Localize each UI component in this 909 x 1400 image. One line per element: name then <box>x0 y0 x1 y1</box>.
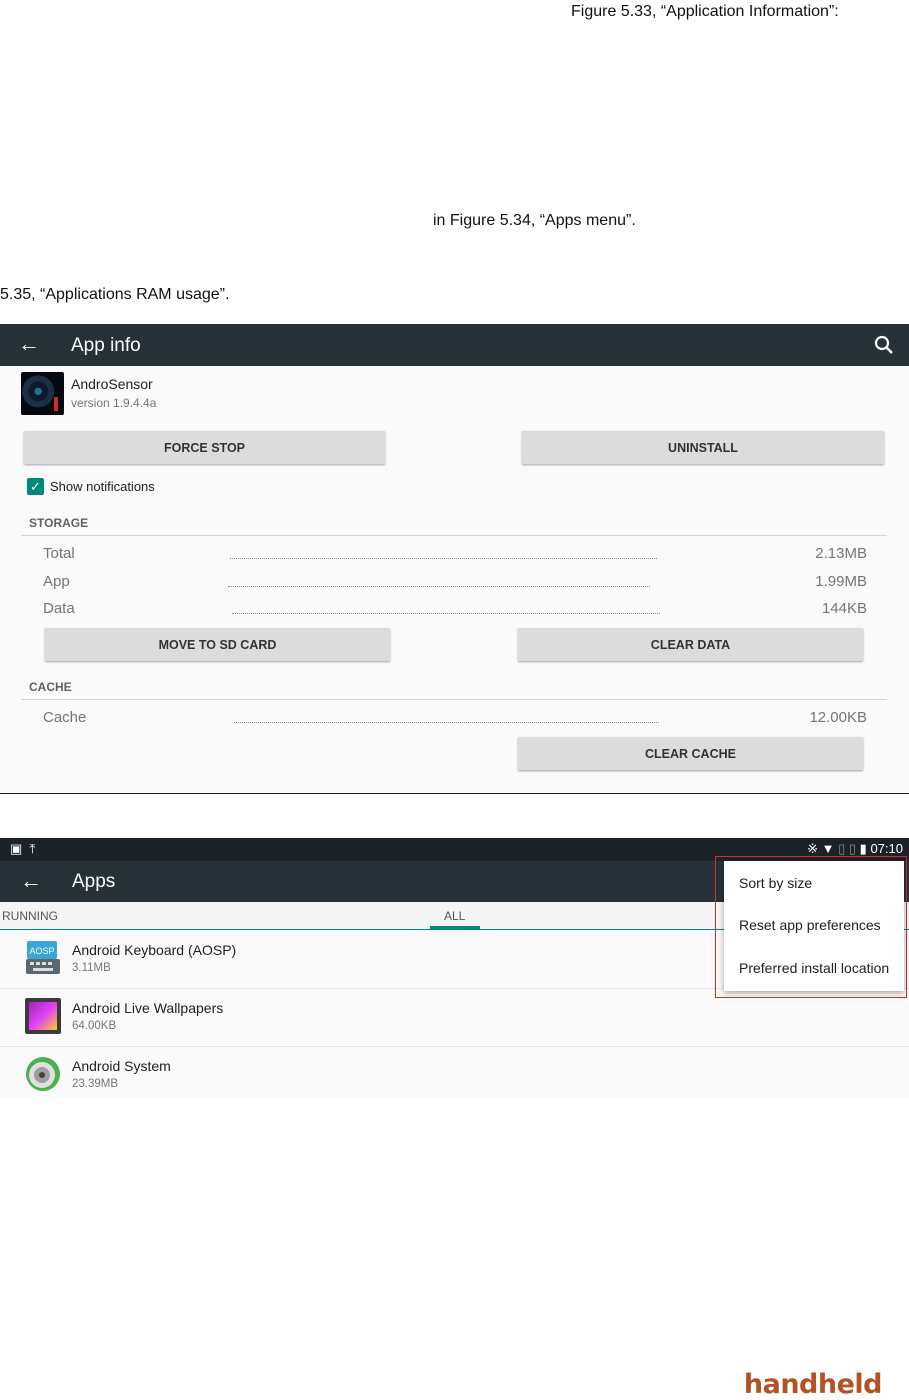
doc-text-figure-5-33: Figure 5.33, “Application Information”: <box>571 3 839 20</box>
cache-row-label: Cache <box>43 709 87 726</box>
cache-heading: CACHE <box>29 680 72 694</box>
wallpaper-icon <box>25 998 61 1034</box>
show-notifications-checkbox[interactable]: ✓ <box>27 478 44 495</box>
app-info-screenshot: ← App info AndroSensor version 1.9.4.4a … <box>0 324 909 794</box>
android-system-icon <box>26 1057 60 1091</box>
notification-icons: ▣ ⤒ <box>10 841 36 856</box>
app-name: Android Live Wallpapers <box>72 1000 224 1016</box>
storage-row-app-label: App <box>43 573 70 590</box>
cache-row-leader <box>234 722 659 723</box>
tab-running[interactable]: RUNNING <box>2 909 58 923</box>
app-info-toolbar: ← App info <box>0 324 909 366</box>
move-to-sd-card-button[interactable]: MOVE TO SD CARD <box>45 628 390 661</box>
tab-indicator <box>430 926 480 929</box>
force-stop-button[interactable]: FORCE STOP <box>24 431 385 464</box>
wifi-icon: ▼ <box>821 841 835 856</box>
handheld-logo: handheld <box>743 1369 883 1400</box>
page-title: App info <box>71 335 141 356</box>
uninstall-button[interactable]: UNINSTALL <box>522 431 884 464</box>
back-arrow-icon[interactable]: ← <box>18 332 40 356</box>
storage-row-total-value: 2.13MB <box>815 545 867 562</box>
search-icon[interactable] <box>873 334 895 356</box>
storage-row-app-value: 1.99MB <box>815 573 867 590</box>
storage-row-data-label: Data <box>43 600 75 617</box>
app-size: 64.00KB <box>72 1020 117 1032</box>
androsensor-app-icon <box>21 372 64 415</box>
app-name: Android Keyboard (AOSP) <box>72 942 237 958</box>
clear-cache-button[interactable]: CLEAR CACHE <box>518 737 863 770</box>
keyboard-icon: AOSP <box>26 941 60 974</box>
app-name: AndroSensor <box>71 376 153 392</box>
app-name: Android System <box>72 1058 171 1074</box>
cache-row-value: 12.00KB <box>809 709 867 726</box>
storage-row-total-label: Total <box>43 545 75 562</box>
clear-data-button[interactable]: CLEAR DATA <box>518 628 863 661</box>
app-list-item[interactable]: Android System 23.39MB <box>0 1047 909 1098</box>
status-icons: ※ ▼ ▯ ▯ ▮ 07:10 <box>807 841 903 857</box>
menu-item-reset-app-preferences[interactable]: Reset app preferences <box>739 917 881 933</box>
storage-row-data-value: 144KB <box>821 600 867 617</box>
app-size: 23.39MB <box>72 1078 119 1090</box>
menu-item-preferred-install-location[interactable]: Preferred install location <box>739 960 889 976</box>
tab-all[interactable]: ALL <box>444 909 465 923</box>
svg-text:AOSP: AOSP <box>29 946 54 956</box>
show-notifications-label: Show notifications <box>50 479 155 494</box>
doc-text-figure-5-35: 5.35, “Applications RAM usage”. <box>0 286 230 303</box>
no-sim-icon-2: ▯ <box>848 841 857 856</box>
cache-divider <box>21 699 887 700</box>
battery-icon: ▮ <box>859 841 867 856</box>
storage-row-app-leader <box>228 586 650 587</box>
app-version: version 1.9.4.4a <box>71 396 157 410</box>
storage-row-total-leader <box>230 558 657 559</box>
apps-title: Apps <box>72 871 116 892</box>
doc-text-figure-5-34: in Figure 5.34, “Apps menu”. <box>433 212 636 229</box>
app-size: 3.11MB <box>72 962 111 974</box>
storage-heading: STORAGE <box>29 516 89 530</box>
storage-divider <box>21 535 887 536</box>
clock: 07:10 <box>870 841 903 856</box>
apps-screenshot: ▣ ⤒ ※ ▼ ▯ ▯ ▮ 07:10 ← Apps RUNNING ALL A… <box>0 838 909 1098</box>
overflow-menu: Sort by size Reset app preferences Prefe… <box>724 861 904 991</box>
bluetooth-icon: ※ <box>807 841 818 856</box>
storage-row-data-leader <box>232 613 660 614</box>
no-sim-icon: ▯ <box>838 841 846 856</box>
back-arrow-icon[interactable]: ← <box>20 869 42 893</box>
menu-item-sort-by-size[interactable]: Sort by size <box>739 875 812 891</box>
